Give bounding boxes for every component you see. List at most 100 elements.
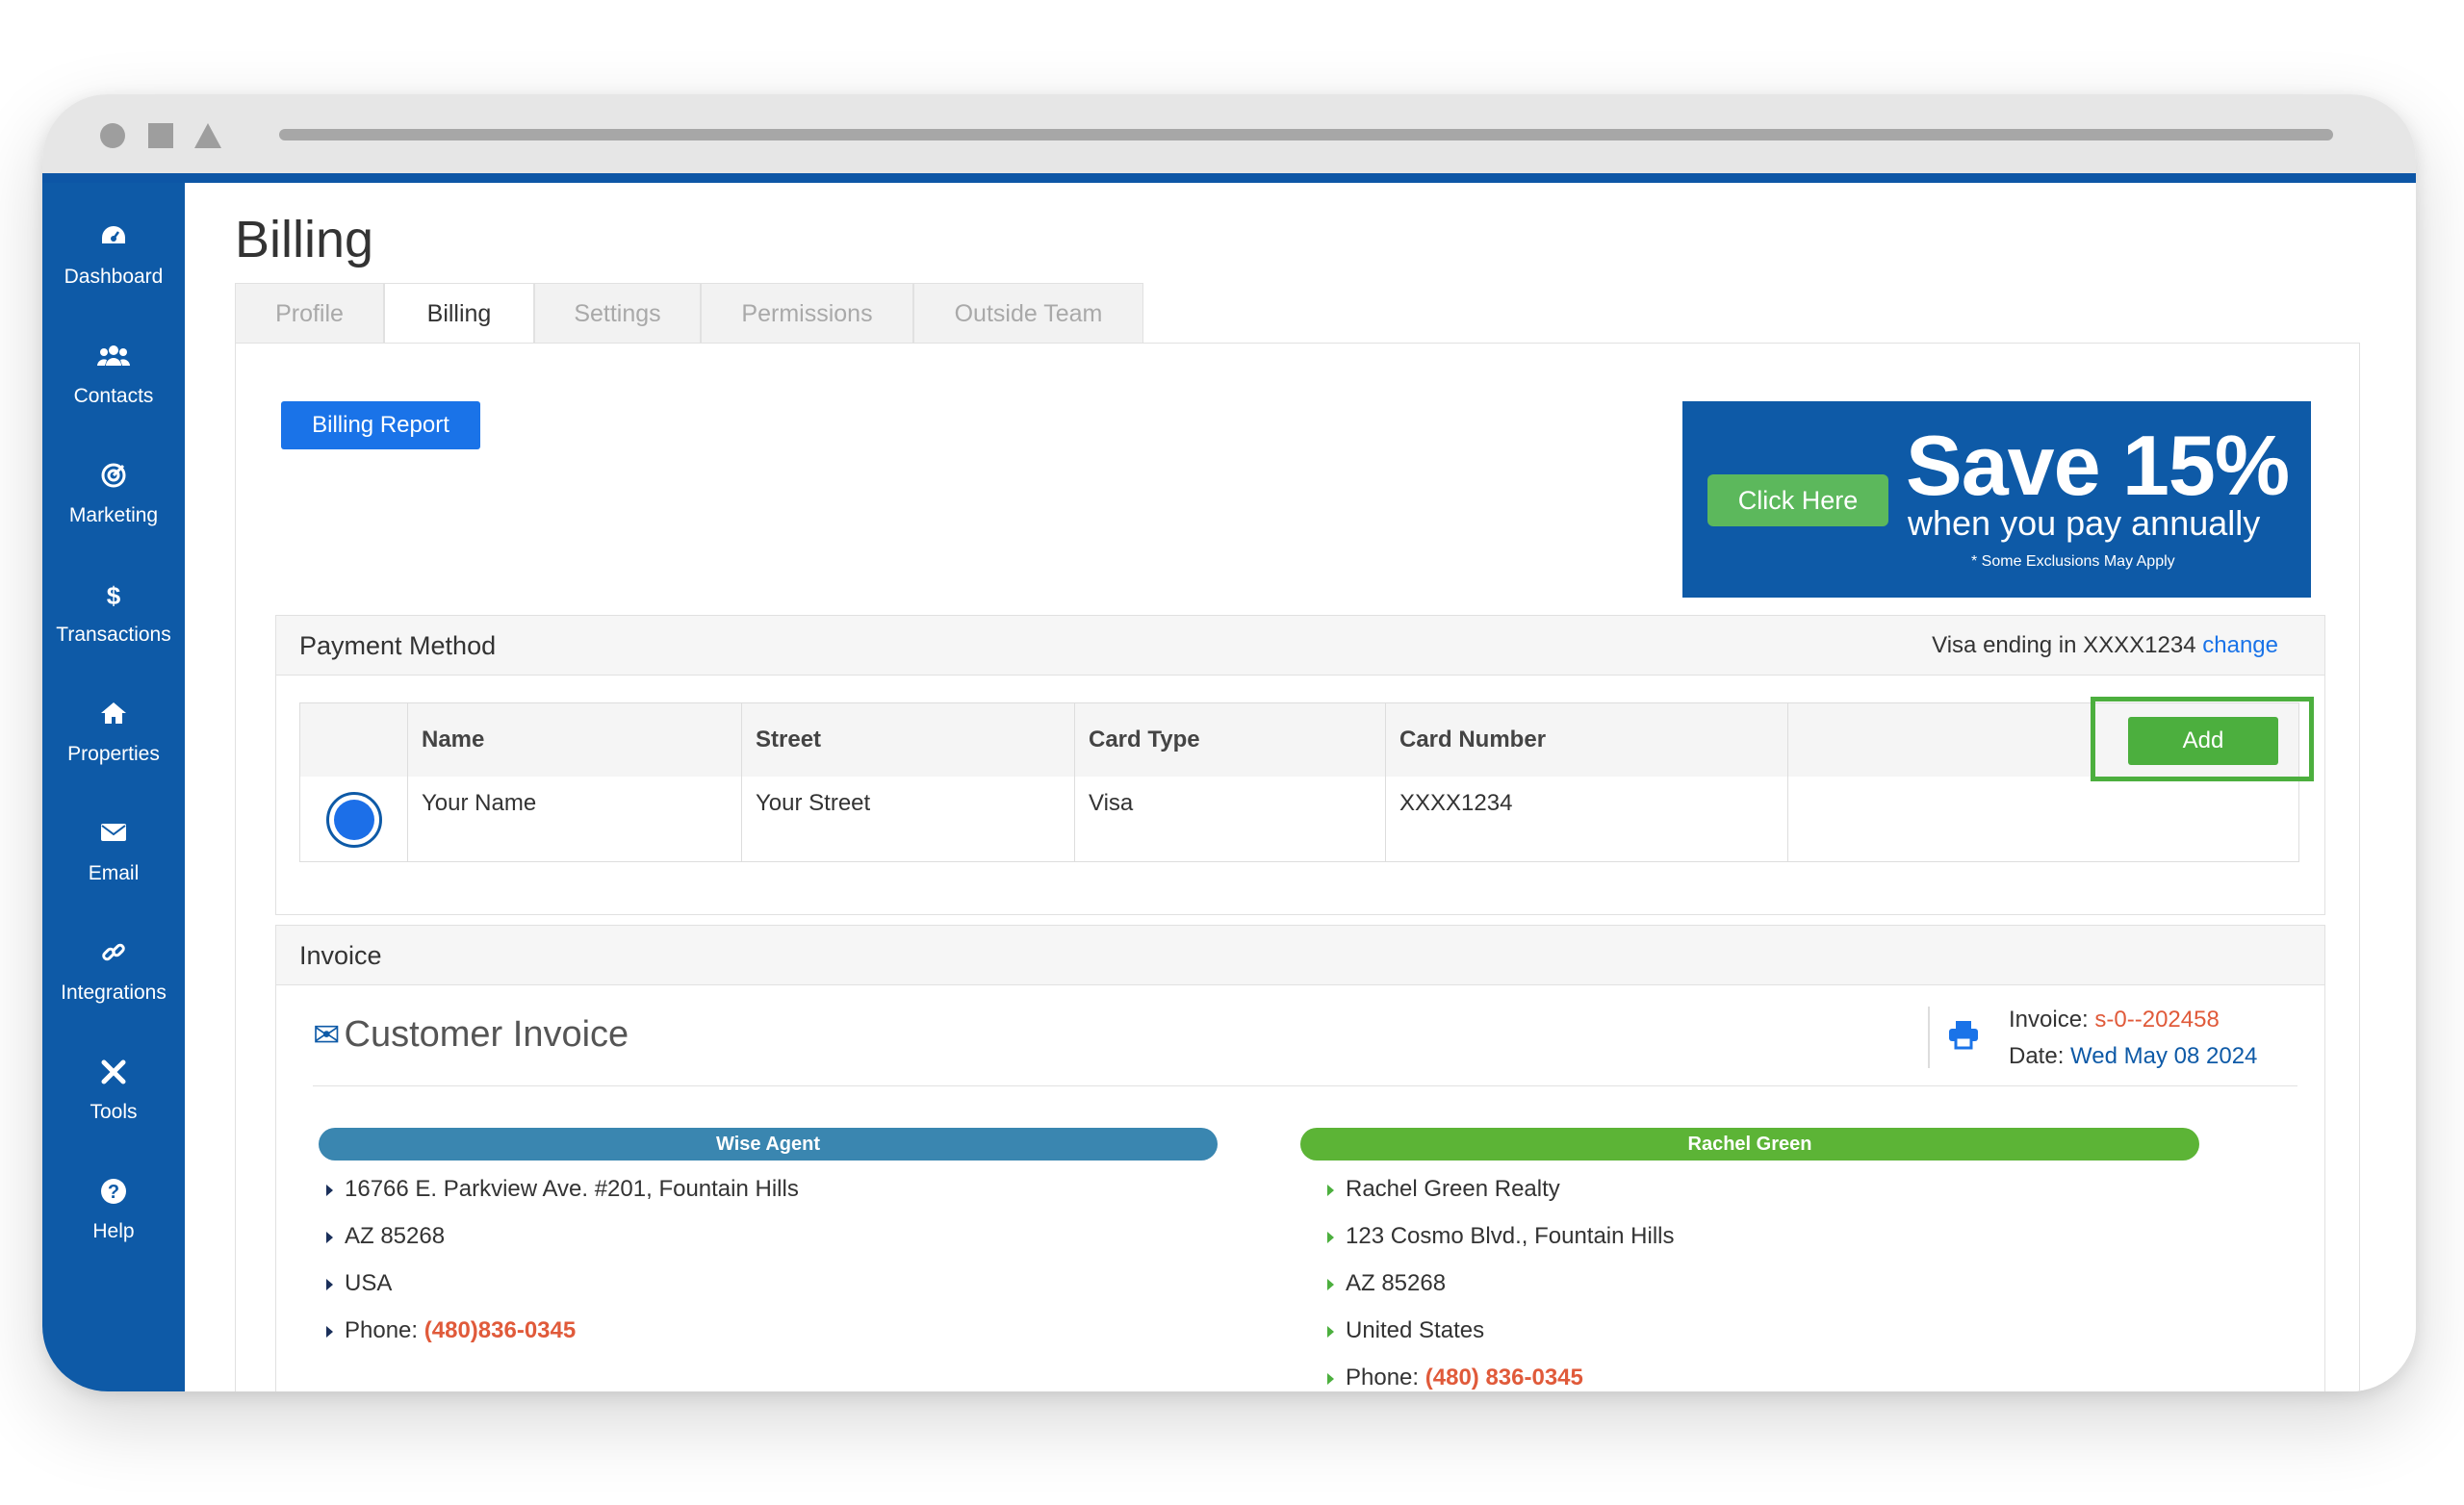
invoice-date-line: Date: Wed May 08 2024: [2009, 1043, 2257, 1070]
sidebar-item-label: Integrations: [61, 982, 167, 1004]
sidebar-item-marketing[interactable]: Marketing: [42, 462, 185, 527]
marketing-icon: [42, 462, 185, 491]
invoice-header: Invoice: [276, 926, 2324, 985]
svg-text:?: ?: [108, 1182, 119, 1203]
sidebar-item-email[interactable]: Email: [42, 820, 185, 885]
to-state-zip: AZ 85268: [1327, 1270, 1446, 1297]
tab-profile[interactable]: Profile: [235, 283, 384, 343]
to-customer-pill: Rachel Green: [1300, 1128, 2199, 1161]
customer-invoice-heading: ✉ Customer Invoice: [313, 1014, 629, 1056]
invoice-date-label: Date:: [2009, 1043, 2065, 1069]
customer-invoice-title: Customer Invoice: [344, 1014, 629, 1055]
top-accent-line: [42, 173, 2416, 183]
sidebar-item-label: Help: [92, 1220, 135, 1242]
promo-click-here-button[interactable]: Click Here: [1707, 474, 1888, 526]
bullet-icon: [1327, 1231, 1334, 1243]
envelope-icon: [42, 820, 185, 849]
bullet-icon: [326, 1184, 333, 1196]
add-payment-button[interactable]: Add: [2128, 717, 2278, 765]
help-icon: ?: [42, 1178, 185, 1207]
promo-subline: when you pay annually: [1908, 503, 2261, 543]
visa-summary: Visa ending in XXXX1234 change: [1932, 616, 2278, 676]
from-country: USA: [326, 1270, 392, 1297]
dollar-icon: $: [106, 581, 121, 610]
sidebar-item-tools[interactable]: Tools: [42, 1059, 185, 1124]
bullet-icon: [1327, 1278, 1334, 1290]
sidebar-item-label: Contacts: [73, 385, 154, 407]
bullet-icon: [1327, 1325, 1334, 1338]
tab-outside-team[interactable]: Outside Team: [913, 283, 1143, 343]
promo-fine-print: * Some Exclusions May Apply: [1971, 553, 2175, 570]
payment-method-card: Payment Method Visa ending in XXXX1234 c…: [275, 615, 2325, 915]
tab-billing[interactable]: Billing: [384, 283, 534, 344]
column-header-card-type: Card Type: [1089, 727, 1200, 752]
sidebar-item-label: Dashboard: [64, 266, 164, 288]
home-icon: [42, 701, 185, 729]
window-minimize-control[interactable]: [194, 123, 221, 148]
browser-window: Dashboard Contacts Marketing $ Transacti…: [42, 94, 2416, 1391]
main-content: Billing Profile Billing Settings Permiss…: [185, 183, 2416, 1391]
contacts-icon: [42, 343, 185, 371]
payment-table: Name Street Card Type Card Number Add Yo…: [299, 697, 2314, 862]
invoice-divider: [313, 1085, 2297, 1086]
stage: Dashboard Contacts Marketing $ Transacti…: [0, 0, 2464, 1505]
sidebar-item-label: Transactions: [56, 624, 171, 646]
invoice-card: Invoice ✉ Customer Invoice Invoice: s-0--…: [275, 925, 2325, 1391]
sidebar-item-integrations[interactable]: Integrations: [42, 939, 185, 1005]
column-header-street: Street: [756, 727, 822, 752]
visa-ending-text: Visa ending in XXXX1234: [1932, 632, 2196, 658]
billing-panel: Billing Report Click Here Save 15% when …: [235, 343, 2360, 1391]
from-company-pill: Wise Agent: [319, 1128, 1218, 1161]
cell-card-type: Visa: [1089, 790, 1134, 816]
tab-permissions[interactable]: Permissions: [701, 283, 913, 343]
payment-select-radio[interactable]: [326, 792, 382, 848]
to-address: 123 Cosmo Blvd., Fountain Hills: [1327, 1223, 1674, 1250]
add-button-highlight: Add: [2091, 697, 2314, 781]
sidebar-item-label: Tools: [90, 1101, 138, 1123]
link-icon: [42, 939, 185, 968]
bullet-icon: [326, 1325, 333, 1338]
invoice-date: Wed May 08 2024: [2070, 1043, 2258, 1069]
tab-settings[interactable]: Settings: [534, 283, 701, 343]
dashboard-icon: [42, 223, 185, 252]
print-icon[interactable]: [1947, 1018, 1980, 1059]
invoice-meta: Invoice: s-0--202458 Date: Wed May 08 20…: [1928, 1007, 2294, 1070]
sidebar: Dashboard Contacts Marketing $ Transacti…: [42, 183, 185, 1391]
billing-report-button[interactable]: Billing Report: [281, 401, 480, 449]
window-maximize-control[interactable]: [148, 123, 173, 148]
to-company: Rachel Green Realty: [1327, 1176, 1560, 1203]
from-address: 16766 E. Parkview Ave. #201, Fountain Hi…: [326, 1176, 799, 1203]
invoice-number-line: Invoice: s-0--202458: [2009, 1007, 2220, 1033]
invoice-number-label: Invoice:: [2009, 1007, 2089, 1033]
invoice-section-title: Invoice: [299, 941, 382, 970]
sidebar-item-properties[interactable]: Properties: [42, 701, 185, 766]
window-close-control[interactable]: [100, 123, 125, 148]
payment-method-title: Payment Method: [299, 631, 497, 660]
tools-icon: [42, 1059, 185, 1087]
cell-card-number: XXXX1234: [1399, 790, 1513, 816]
window-chrome: [42, 94, 2416, 173]
from-state-zip: AZ 85268: [326, 1223, 445, 1250]
sidebar-item-help[interactable]: ? Help: [42, 1178, 185, 1243]
sidebar-item-dashboard[interactable]: Dashboard: [42, 223, 185, 289]
from-phone: Phone: (480)836-0345: [326, 1317, 576, 1344]
bullet-icon: [326, 1231, 333, 1243]
change-link[interactable]: change: [2202, 632, 2278, 658]
bullet-icon: [1327, 1372, 1334, 1385]
bullet-icon: [326, 1278, 333, 1290]
to-phone: Phone: (480) 836-0345: [1327, 1365, 1583, 1391]
cell-street: Your Street: [756, 790, 871, 816]
address-bar[interactable]: [279, 129, 2333, 140]
tab-bar: Profile Billing Settings Permissions Out…: [235, 283, 1143, 344]
page-title: Billing: [235, 211, 374, 268]
bullet-icon: [1327, 1184, 1334, 1196]
sidebar-item-contacts[interactable]: Contacts: [42, 343, 185, 408]
promo-headline: Save 15%: [1906, 418, 2290, 513]
promo-banner: Click Here Save 15% when you pay annuall…: [1682, 401, 2311, 598]
column-header-name: Name: [422, 727, 485, 752]
column-header-card-number: Card Number: [1399, 727, 1547, 752]
sidebar-item-transactions[interactable]: $ Transactions: [42, 581, 185, 647]
invoice-envelope-icon: ✉: [313, 1017, 341, 1054]
payment-method-header: Payment Method Visa ending in XXXX1234 c…: [276, 616, 2324, 676]
invoice-number: s-0--202458: [2094, 1007, 2220, 1033]
